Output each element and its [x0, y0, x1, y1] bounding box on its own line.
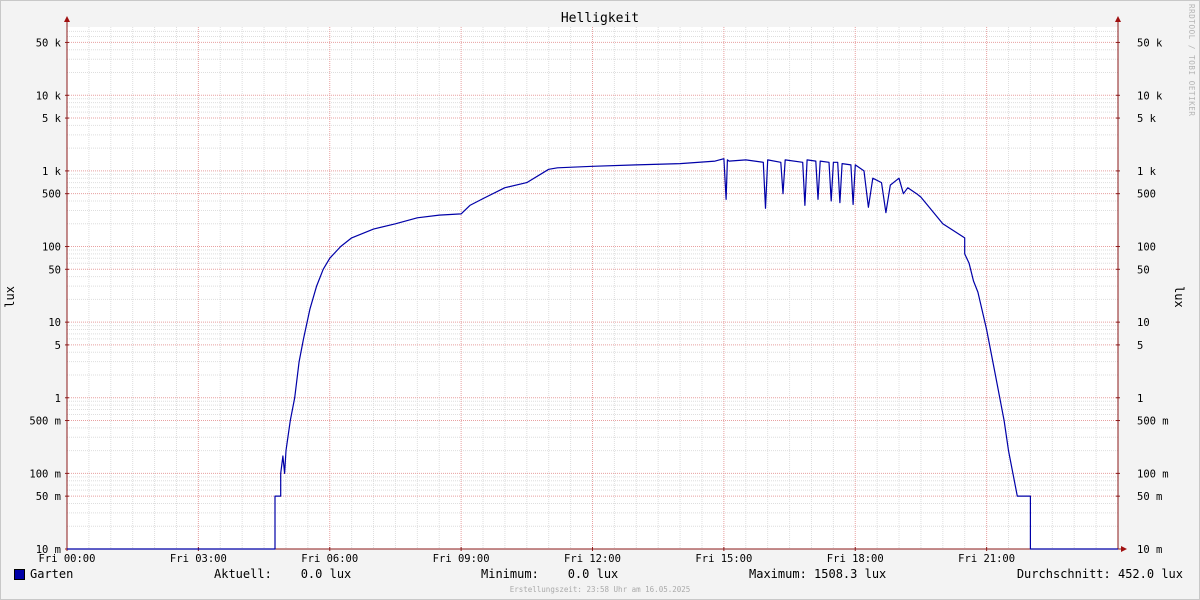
x-tick-label: Fri 03:00 [170, 553, 227, 565]
y-tick-label-right: 10 k [1137, 90, 1163, 102]
y-tick-label-left: 500 m [29, 416, 61, 428]
y-tick-label-left: 1 [55, 393, 61, 405]
legend-row: Garten Aktuell: 0.0 lux Minimum: 0.0 lux… [0, 567, 1200, 583]
x-axis-arrow [1121, 546, 1127, 552]
y-tick-label-right: 500 m [1137, 416, 1169, 428]
x-tick-label: Fri 12:00 [564, 553, 621, 565]
stat-maximum: Maximum: 1508.3 lux [749, 567, 887, 581]
stat-current: Aktuell: 0.0 lux [214, 567, 352, 581]
chart-svg: 10 m 10 m50 m 50 m100 m 100 m500 m 500 m1 15 5… [29, 16, 1169, 565]
y-tick-label-right: 100 m [1137, 468, 1169, 480]
y-axis-arrow-left [64, 16, 70, 22]
x-tick-label: Fri 06:00 [301, 553, 358, 565]
y-tick-label-right: 1 k [1137, 166, 1157, 178]
y-tick-label-left: 10 k [36, 90, 62, 102]
y-tick-label-left: 100 [42, 242, 61, 254]
y-tick-label-right: 5 k [1137, 113, 1157, 125]
y-tick-label-right: 50 k [1137, 37, 1163, 49]
stat-minimum: Minimum: 0.0 lux [481, 567, 619, 581]
y-tick-label-left: 50 k [36, 37, 62, 49]
y-tick-label-right: 50 m [1137, 491, 1162, 503]
y-tick-label-left: 10 [48, 317, 61, 329]
y-tick-label-right: 100 [1137, 242, 1156, 254]
creation-time-footer: Erstellungszeit: 23:58 Uhr am 16.05.2025 [509, 585, 691, 594]
y-tick-label-left: 5 [55, 340, 61, 352]
y-tick-label-right: 1 [1137, 393, 1143, 405]
y-tick-label-right: 500 [1137, 189, 1156, 201]
legend-swatch [14, 569, 25, 580]
y-tick-label-right: 50 [1137, 264, 1150, 276]
x-tick-label: Fri 18:00 [827, 553, 884, 565]
y-tick-label-right: 10 m [1137, 544, 1162, 556]
x-tick-label: Fri 00:00 [39, 553, 96, 565]
y-tick-label-left: 500 [42, 189, 61, 201]
x-tick-label: Fri 15:00 [695, 553, 752, 565]
y-tick-label-left: 5 k [42, 113, 62, 125]
y-tick-label-right: 10 [1137, 317, 1150, 329]
y-tick-label-left: 100 m [29, 468, 61, 480]
y-tick-label-left: 1 k [42, 166, 62, 178]
y-axis-arrow-right [1115, 16, 1121, 22]
stat-average: Durchschnitt: 452.0 lux [1016, 567, 1183, 581]
y-tick-label-right: 5 [1137, 340, 1143, 352]
x-tick-label: Fri 21:00 [958, 553, 1015, 565]
x-tick-label: Fri 09:00 [433, 553, 490, 565]
y-tick-label-left: 50 [48, 264, 61, 276]
legend-series-name: Garten [30, 567, 74, 581]
y-tick-label-left: 50 m [36, 491, 61, 503]
